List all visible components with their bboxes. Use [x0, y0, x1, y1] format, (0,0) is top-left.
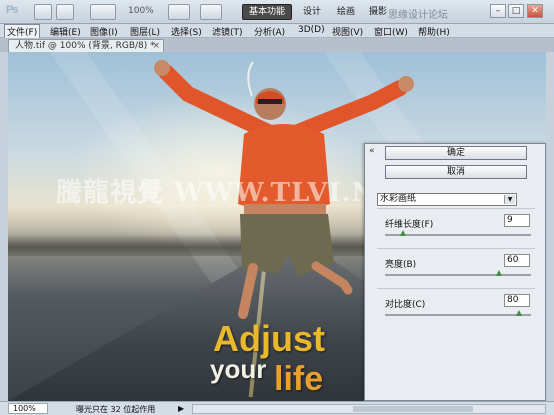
param-label: 纤维长度(F) [385, 220, 434, 230]
param-fiber-length: 纤维长度(F) 9 [377, 208, 535, 248]
document-tab-title: 人物.tif @ 100% (背景, RGB/8) * [15, 41, 155, 51]
poster-text-your: your [210, 354, 267, 384]
param-slider[interactable] [385, 230, 531, 236]
minimize-button[interactable]: – [490, 4, 506, 18]
document-tab-bar: 人物.tif @ 100% (背景, RGB/8) * × [0, 38, 554, 52]
menu-edit[interactable]: 编辑(E) [48, 25, 83, 38]
document-tab[interactable]: 人物.tif @ 100% (背景, RGB/8) * × [8, 39, 164, 52]
screen-mode-icon[interactable] [200, 4, 222, 20]
photoshop-logo: Ps [6, 4, 18, 16]
close-button[interactable]: ✕ [527, 4, 543, 18]
slider-thumb[interactable] [495, 270, 502, 276]
status-info-text: 曝光只在 32 位起作用 [76, 405, 156, 414]
mini-bridge-icon[interactable] [56, 4, 74, 20]
menu-image[interactable]: 图像(I) [88, 25, 120, 38]
close-tab-icon[interactable]: × [152, 40, 160, 52]
param-contrast: 对比度(C) 80 [377, 288, 535, 328]
status-bar: 100% 曝光只在 32 位起作用 ▶ [0, 401, 554, 415]
param-slider[interactable] [385, 270, 531, 276]
menu-filter[interactable]: 滤镜(T) [210, 25, 245, 38]
status-zoom-field[interactable]: 100% [8, 403, 48, 414]
menu-view[interactable]: 视图(V) [330, 25, 365, 38]
menu-layer[interactable]: 图层(L) [128, 25, 162, 38]
cancel-button[interactable]: 取消 [385, 165, 527, 179]
menu-analysis[interactable]: 分析(A) [252, 25, 287, 38]
param-value-input[interactable]: 60 [504, 254, 530, 267]
poster-text-life: life [274, 360, 324, 398]
scrollbar-thumb[interactable] [353, 406, 473, 412]
bridge-icon[interactable] [34, 4, 52, 20]
param-value-input[interactable]: 80 [504, 294, 530, 307]
menu-window[interactable]: 窗口(W) [372, 25, 410, 38]
filter-select-value: 水彩画纸 [380, 194, 417, 204]
param-label: 亮度(B) [385, 260, 417, 270]
menu-bar: 文件(F) 编辑(E) 图像(I) 图层(L) 选择(S) 滤镜(T) 分析(A… [0, 24, 554, 39]
workspace-essentials-button[interactable]: 基本功能 [242, 4, 293, 20]
zoom-level-dropdown[interactable]: 100% [128, 6, 154, 16]
site-watermark: 思缘设计论坛 [388, 10, 448, 21]
menu-3d[interactable]: 3D(D) [296, 25, 327, 35]
filter-select[interactable]: 水彩画纸 ▼ [377, 193, 517, 206]
chevron-down-icon[interactable]: ▼ [504, 195, 515, 204]
arrange-documents-icon[interactable] [168, 4, 190, 20]
menu-select[interactable]: 选择(S) [169, 25, 204, 38]
status-menu-arrow-icon[interactable]: ▶ [178, 404, 184, 413]
menu-help[interactable]: 帮助(H) [416, 25, 452, 38]
collapse-panel-icon[interactable]: « [369, 146, 375, 156]
menu-file[interactable]: 文件(F) [4, 24, 41, 39]
param-slider[interactable] [385, 310, 531, 316]
param-brightness: 亮度(B) 60 [377, 248, 535, 288]
slider-thumb[interactable] [516, 310, 523, 316]
application-bar: Ps 100% 基本功能 设计 绘画 摄影 思缘设计论坛 – □ ✕ [0, 0, 554, 24]
horizontal-scrollbar[interactable] [192, 404, 546, 414]
ok-button[interactable]: 确定 [385, 146, 527, 160]
workspace-design-button[interactable]: 设计 [296, 4, 328, 20]
param-label: 对比度(C) [385, 300, 426, 310]
view-extras-icon[interactable] [90, 4, 116, 20]
restore-button[interactable]: □ [508, 4, 524, 18]
workspace-painting-button[interactable]: 绘画 [330, 4, 362, 20]
filter-settings-panel: « 确定 取消 水彩画纸 ▼ 纤维长度(F) 9 亮度(B) 60 对比度(C)… [364, 143, 546, 401]
slider-thumb[interactable] [399, 230, 406, 236]
param-value-input[interactable]: 9 [504, 214, 530, 227]
